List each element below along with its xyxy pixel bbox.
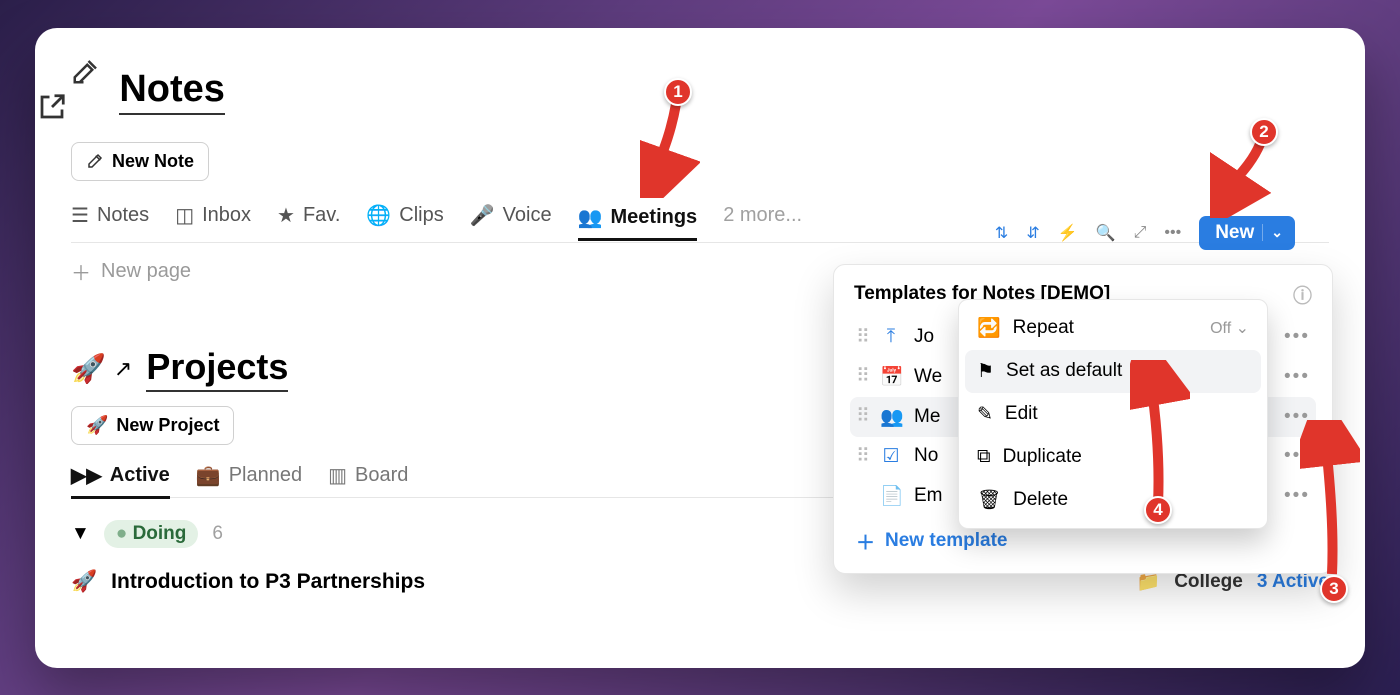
new-dropdown-button[interactable]: New ⌄ xyxy=(1199,216,1295,250)
annotation-arrow-4 xyxy=(1130,360,1190,510)
template-context-menu: 🔁 Repeat Off ⌄ ⚑ Set as default ✎ Edit ⧉… xyxy=(958,299,1268,529)
plus-icon: ＋ xyxy=(856,528,875,555)
flag-icon: ⚑ xyxy=(977,360,994,383)
group-count: 6 xyxy=(212,523,223,545)
new-button-label: New xyxy=(1215,222,1254,244)
duplicate-icon: ⧉ xyxy=(977,446,991,468)
notes-title: Notes xyxy=(119,68,225,115)
open-icon: ↗ xyxy=(114,356,132,382)
template-label: We xyxy=(914,366,942,388)
filter-icon[interactable]: ⇅ xyxy=(995,223,1008,243)
annotation-badge-1: 1 xyxy=(664,78,692,106)
more-icon[interactable]: ••• xyxy=(1164,224,1181,242)
annotation-badge-4: 4 xyxy=(1144,496,1172,524)
collapse-icon[interactable]: ▼ xyxy=(71,523,90,545)
project-folder[interactable]: College xyxy=(1174,571,1243,593)
tab-notes[interactable]: ☰Notes xyxy=(71,203,149,232)
calendar-icon: 📅 xyxy=(880,365,902,389)
tab-inbox[interactable]: ◫Inbox xyxy=(175,203,251,232)
drag-icon[interactable]: ⠿ xyxy=(856,326,868,349)
ctx-duplicate[interactable]: ⧉ Duplicate xyxy=(965,436,1261,478)
upload-icon: ⤒ xyxy=(880,326,902,348)
sort-icon[interactable]: ⇵ xyxy=(1026,223,1039,243)
annotation-badge-2: 2 xyxy=(1250,118,1278,146)
rocket-icon: 🚀 xyxy=(71,570,97,594)
template-label: Jo xyxy=(914,326,934,348)
tab-board[interactable]: ▥Board xyxy=(328,463,408,489)
page-icon: 📄 xyxy=(880,484,902,508)
trash-icon: 🗑 xyxy=(977,488,1001,512)
tab-more[interactable]: 2 more... xyxy=(723,204,802,231)
app-window: Notes New Note ☰Notes ◫Inbox ★Fav. 🌐Clip… xyxy=(35,28,1365,668)
annotation-arrow-2 xyxy=(1210,138,1280,218)
drag-icon[interactable]: ⠿ xyxy=(856,445,868,468)
new-note-label: New Note xyxy=(112,151,194,172)
row-more-icon[interactable]: ••• xyxy=(1284,326,1310,348)
annotation-arrow-3 xyxy=(1300,420,1360,580)
annotation-arrow-1 xyxy=(640,98,700,198)
ctx-set-default[interactable]: ⚑ Set as default xyxy=(965,350,1261,393)
people-icon: 👥 xyxy=(880,405,902,429)
help-icon[interactable]: ⓘ xyxy=(1293,281,1312,308)
project-item-title: Introduction to P3 Partnerships xyxy=(111,570,425,594)
template-label: Em xyxy=(914,485,943,507)
repeat-icon: 🔁 xyxy=(977,316,1001,340)
tab-active[interactable]: ▶▶Active xyxy=(71,463,170,499)
new-project-label: New Project xyxy=(116,415,219,436)
row-more-icon[interactable]: ••• xyxy=(1284,366,1310,388)
plus-icon: ＋ xyxy=(71,257,91,286)
ctx-delete[interactable]: 🗑 Delete xyxy=(965,478,1261,522)
tab-voice[interactable]: 🎤Voice xyxy=(470,203,552,232)
automation-icon[interactable]: ⚡ xyxy=(1058,223,1078,243)
expand-icon[interactable]: ⤢ xyxy=(1134,224,1147,242)
template-label: Me xyxy=(914,406,940,428)
notes-header: Notes xyxy=(71,56,1329,128)
templates-popover: Templates for Notes [DEMO] ⓘ ⠿ ⤒ Jo ••• … xyxy=(833,264,1333,574)
drag-icon[interactable]: ⠿ xyxy=(856,405,868,428)
new-page-label: New page xyxy=(101,260,191,283)
tab-meetings[interactable]: 👥Meetings xyxy=(578,205,698,241)
rocket-icon: 🚀 xyxy=(71,352,106,385)
search-icon[interactable]: 🔍 xyxy=(1096,223,1116,243)
notes-toolbar: ⇅ ⇵ ⚡ 🔍 ⤢ ••• New ⌄ xyxy=(995,216,1295,250)
checklist-icon: ☑ xyxy=(880,445,902,468)
notes-edit-icon xyxy=(71,56,105,128)
chevron-down-icon[interactable]: ⌄ xyxy=(1262,224,1283,241)
drag-icon[interactable]: ⠿ xyxy=(856,365,868,388)
tab-fav[interactable]: ★Fav. xyxy=(277,203,340,232)
projects-title: Projects xyxy=(146,346,288,392)
new-note-button[interactable]: New Note xyxy=(71,142,209,181)
annotation-badge-3: 3 xyxy=(1320,575,1348,603)
template-label: No xyxy=(914,445,938,467)
ctx-repeat[interactable]: 🔁 Repeat Off ⌄ xyxy=(965,306,1261,350)
new-project-button[interactable]: 🚀 New Project xyxy=(71,406,234,445)
tab-clips[interactable]: 🌐Clips xyxy=(366,203,443,232)
edit-icon: ✎ xyxy=(977,403,993,426)
ctx-edit[interactable]: ✎ Edit xyxy=(965,393,1261,436)
tab-planned[interactable]: 💼Planned xyxy=(196,463,302,489)
